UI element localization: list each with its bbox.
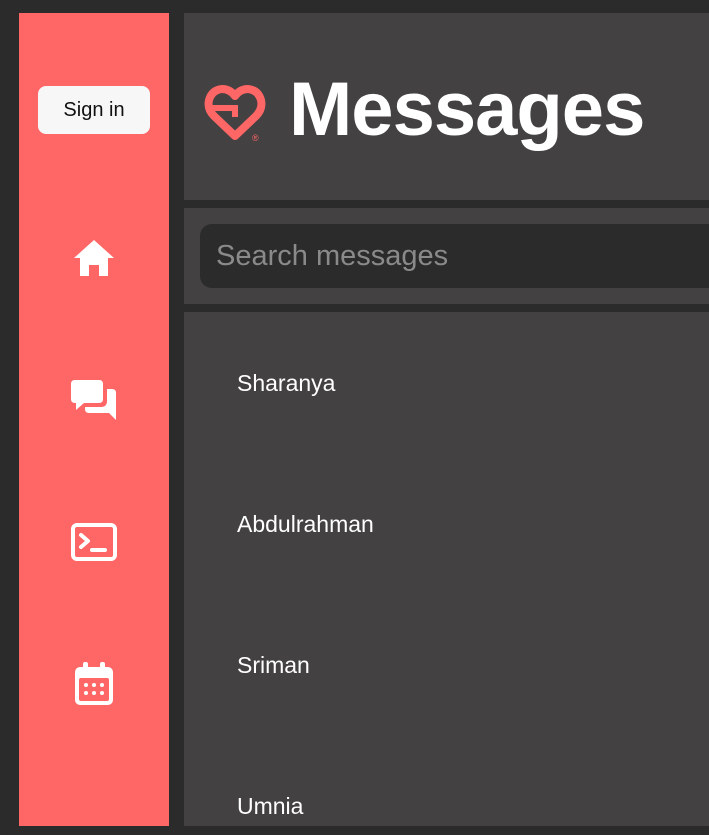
message-list: Sharanya Abdulrahman Sriman Umnia bbox=[184, 312, 709, 826]
main-panel: ® Messages Sharanya Abdulrahman Sriman U… bbox=[184, 13, 709, 826]
app-window: Sign in ® Messages Search messages Shara… bbox=[0, 0, 709, 835]
terminal-icon[interactable] bbox=[69, 517, 119, 567]
list-item[interactable]: Umnia bbox=[184, 735, 709, 826]
home-icon[interactable] bbox=[69, 233, 119, 283]
page-title: Messages bbox=[289, 67, 645, 152]
registered-mark: ® bbox=[252, 133, 259, 143]
search-bar bbox=[184, 208, 709, 304]
list-item[interactable]: Abdulrahman bbox=[184, 453, 709, 594]
contact-name: Umnia bbox=[237, 793, 304, 819]
contact-name: Sharanya bbox=[237, 370, 336, 396]
page-header: ® Messages bbox=[184, 13, 709, 200]
list-item[interactable]: Sriman bbox=[184, 594, 709, 735]
contact-name: Sriman bbox=[237, 652, 310, 678]
list-item[interactable]: Sharanya bbox=[184, 312, 709, 453]
heart-logo-icon: ® bbox=[204, 85, 266, 143]
sign-in-button[interactable]: Sign in bbox=[38, 86, 150, 134]
chat-bubbles-icon[interactable] bbox=[69, 375, 119, 425]
calendar-icon[interactable] bbox=[69, 659, 119, 709]
sidebar: Sign in bbox=[19, 13, 169, 826]
search-input[interactable] bbox=[200, 224, 709, 288]
contact-name: Abdulrahman bbox=[237, 511, 374, 537]
